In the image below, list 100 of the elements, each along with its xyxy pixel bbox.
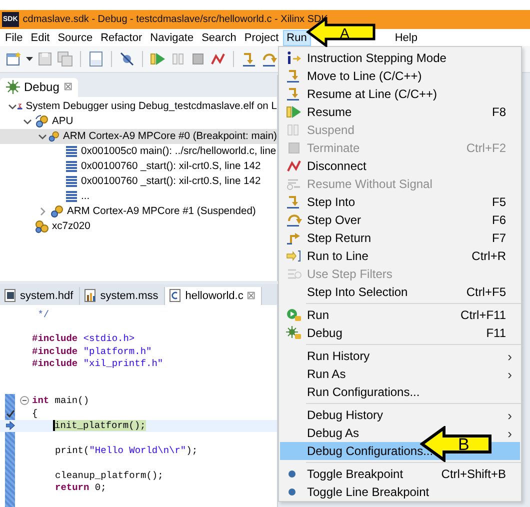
shortcut-label: Ctrl+Shift+B [441, 467, 506, 481]
chevron-right-icon[interactable] [38, 207, 47, 216]
menu-bar-item[interactable]: Run [282, 30, 311, 46]
code-line: cleanup_platform(); [55, 470, 164, 481]
menu-item[interactable]: Debug History › [280, 406, 520, 424]
skip-breakpoints-icon[interactable] [119, 51, 135, 67]
menu-item[interactable]: Run History › [280, 347, 520, 365]
stack-frame-icon [65, 146, 78, 157]
editor-tab[interactable]: helloworld.c ⊠ [165, 287, 262, 305]
new-window-icon[interactable] [6, 51, 22, 67]
menu-item[interactable]: Disconnect [280, 157, 520, 175]
filter-icon [286, 267, 302, 281]
tree-item[interactable]: xc7z020 [0, 219, 277, 234]
stack-frame-icon [65, 176, 78, 187]
debug-tab[interactable]: Debug ⊠ [0, 78, 78, 97]
menu-bar-item[interactable]: File [1, 30, 27, 46]
gears-icon [35, 115, 49, 128]
tab-label: system.mss [100, 290, 158, 302]
menu-item[interactable]: Debug F11 [280, 324, 520, 342]
callout-arrow [306, 17, 376, 47]
disconnect-icon [286, 159, 302, 173]
close-icon[interactable]: ⊠ [246, 290, 256, 302]
resume-icon[interactable] [150, 51, 166, 67]
code-line: { [32, 408, 38, 419]
tree-item[interactable]: 0x001005c0 main(): ../src/helloworld.c, line [0, 144, 277, 159]
menu-bar-item[interactable]: Refactor [96, 30, 146, 46]
tree-label: ARM Cortex-A9 MPCore #1 (Suspended) [67, 206, 256, 217]
menu-item[interactable]: Run Ctrl+F11 [280, 306, 520, 324]
tree-label: ... [81, 191, 90, 202]
step-over-icon[interactable] [261, 51, 277, 67]
editor-tab[interactable]: system.hdf [0, 287, 80, 305]
tree-item[interactable]: 0x00100760 _start(): xil-crt0.S, line 142 [0, 174, 277, 189]
gears-icon [35, 220, 49, 233]
tree-label: xc7z020 [52, 221, 90, 232]
code-line: #include "xil_printf.h" [32, 358, 164, 370]
menu-item[interactable]: Run Configurations... [280, 383, 520, 401]
stack-frame-icon [65, 191, 78, 202]
submenu-chevron: › [508, 426, 512, 440]
disconnect-icon[interactable] [210, 51, 226, 67]
shortcut-label: F5 [492, 195, 506, 209]
menu-item[interactable]: Resume at Line (C/C++) [280, 85, 520, 103]
code-line: */ [36, 308, 50, 320]
code-line: #include "platform.h" [32, 346, 152, 357]
bug-icon [286, 326, 302, 340]
tree-item[interactable]: System Debugger using Debug_testcdmaslave.elf on L [0, 99, 277, 114]
thread-gears-icon [48, 130, 60, 143]
menu-item[interactable]: Resume F8 [280, 103, 520, 121]
step-into-icon [286, 69, 302, 83]
menu-bar-item[interactable]: Source [54, 30, 97, 46]
menu-bar-item[interactable]: Help [390, 30, 422, 46]
submenu-chevron: › [508, 408, 512, 422]
stack-frame-icon [65, 161, 78, 172]
chart-file-icon [84, 289, 98, 302]
tree-item[interactable]: ... [0, 189, 277, 204]
pause-icon [286, 123, 302, 137]
tree-item[interactable]: 0x00100760 _start(): xil-crt0.S, line 142 [0, 159, 277, 174]
shortcut-label: Ctrl+R [472, 249, 506, 263]
tree-item[interactable]: ARM Cortex-A9 MPCore #0 (Breakpoint: main) [0, 129, 277, 144]
stop-icon[interactable] [190, 51, 206, 67]
close-icon[interactable]: ⊠ [63, 81, 72, 93]
menu-bar-item[interactable]: Navigate [146, 30, 198, 46]
step-into-icon[interactable] [241, 51, 257, 67]
step-into-icon [286, 195, 302, 209]
tree-label: APU [52, 116, 74, 127]
collapse-icon[interactable] [20, 396, 29, 406]
menu-item[interactable]: Step Return F7 [280, 229, 520, 247]
menu-item[interactable]: Move to Line (C/C++) [280, 67, 520, 85]
resume-signal-icon [286, 177, 302, 191]
editor-tab[interactable]: system.mss [80, 287, 166, 305]
submenu-chevron: › [508, 348, 512, 364]
menu-item[interactable]: Run to Line Ctrl+R [280, 247, 520, 265]
code-line: int main() [32, 395, 90, 406]
run-icon [286, 308, 302, 322]
tree-label: 0x00100760 _start(): xil-crt0.S, line 142 [81, 161, 261, 172]
menu-bar-item[interactable]: Project [240, 30, 283, 46]
tab-label: Debug [24, 80, 60, 94]
tree-label: System Debugger using Debug_testcdmaslave.elf on L [26, 101, 277, 112]
menu-item[interactable]: Step Into Selection Ctrl+F5 [280, 283, 520, 301]
tree-label: 0x001005c0 main(): ../src/helloworld.c, line [81, 146, 276, 157]
tree-label: 0x00100760 _start(): xil-crt0.S, line 142 [81, 176, 261, 187]
menu-item[interactable]: Toggle Line Breakpoint [280, 483, 520, 501]
menu-item[interactable]: Step Over F6 [280, 211, 520, 229]
menu-item[interactable]: Toggle Breakpoint Ctrl+Shift+B [280, 465, 520, 483]
menu-item[interactable]: Run As › [280, 365, 520, 383]
tree-item[interactable]: APU [0, 114, 277, 129]
shortcut-label: Ctrl+F11 [460, 308, 506, 322]
shortcut-label: Ctrl+F5 [466, 285, 506, 299]
binary-file-icon[interactable] [88, 51, 104, 67]
menu-item[interactable]: Step Into F5 [280, 193, 520, 211]
step-return-icon [286, 231, 302, 245]
tab-label: system.hdf [20, 290, 74, 302]
menu-bar-item[interactable]: Edit [26, 30, 54, 46]
thread-gears-icon [50, 205, 64, 218]
code-line: print("Hello World\n\r"); [55, 444, 198, 456]
tree-item[interactable]: ARM Cortex-A9 MPCore #1 (Suspended) [0, 204, 277, 219]
menu-bar-item[interactable]: Search [198, 30, 240, 46]
shortcut-label: F7 [492, 231, 506, 245]
shortcut-label: F6 [492, 213, 506, 227]
menu-item[interactable]: Instruction Stepping Mode [280, 49, 520, 67]
callout-label: A [340, 25, 350, 41]
